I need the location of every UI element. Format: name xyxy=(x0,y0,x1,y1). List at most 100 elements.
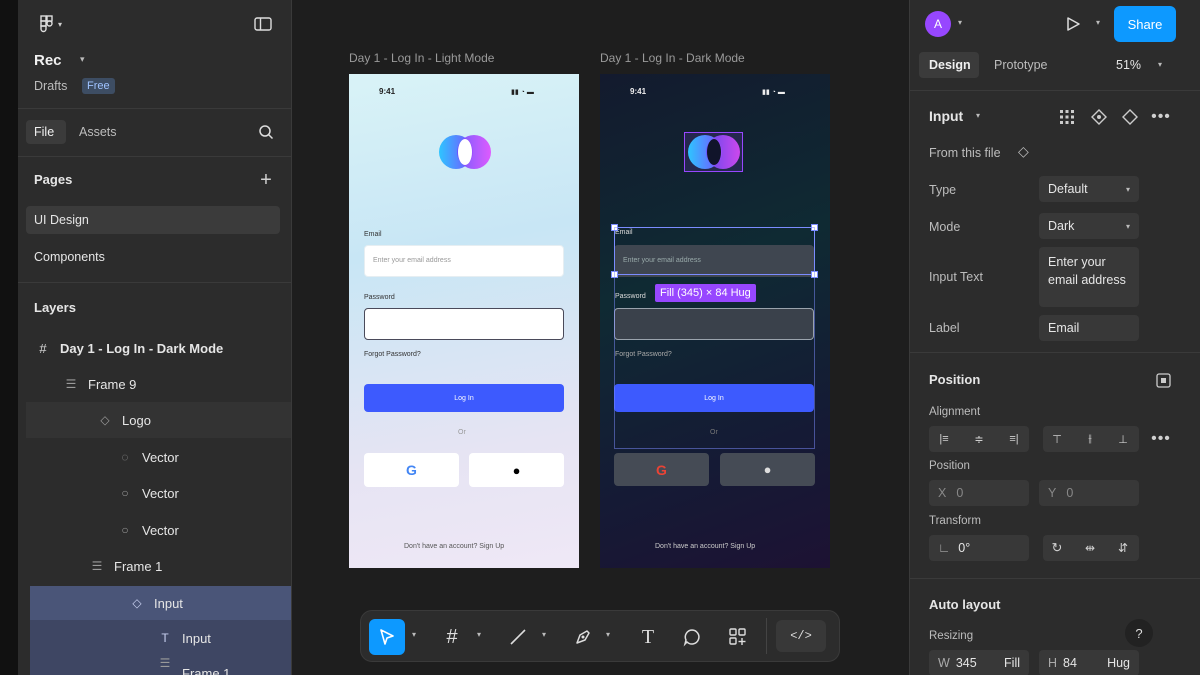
google-button-light[interactable]: G xyxy=(364,453,459,487)
line-tool-chevron-icon[interactable]: ▾ xyxy=(542,630,546,639)
file-location[interactable]: Drafts xyxy=(34,79,67,93)
component-diamond-icon[interactable]: ◇ xyxy=(1018,143,1029,160)
apple-button-light[interactable]: ● xyxy=(469,453,564,487)
panel-toggle-icon[interactable] xyxy=(252,14,274,34)
layer-vector-3[interactable]: ○ Vector xyxy=(18,512,291,548)
text-icon: T xyxy=(641,625,655,648)
layer-frame1[interactable]: ☰ Frame 1 xyxy=(18,548,291,584)
frame-icon: # xyxy=(39,340,47,356)
tab-file[interactable]: File xyxy=(34,125,54,139)
layers-heading: Layers xyxy=(34,300,76,315)
flip-vertical-icon[interactable]: ⇵ xyxy=(1111,537,1135,559)
prop-type-label: Type xyxy=(929,183,957,197)
layer-day1-dark[interactable]: # Day 1 - Log In - Dark Mode xyxy=(18,330,291,366)
component-name[interactable]: Input xyxy=(929,108,963,124)
text-tool-button[interactable]: T xyxy=(633,622,663,652)
frame-title-light[interactable]: Day 1 - Log In - Light Mode xyxy=(349,51,494,65)
google-button-dark[interactable]: G xyxy=(614,453,709,486)
more-alignment-icon[interactable]: ••• xyxy=(1150,428,1172,450)
email-input-light[interactable]: Enter your email address xyxy=(373,257,451,264)
help-button[interactable]: ? xyxy=(1125,619,1153,647)
frame-tool-button[interactable]: # xyxy=(437,622,467,652)
tab-prototype[interactable]: Prototype xyxy=(994,58,1048,72)
zoom-chevron-icon[interactable]: ▾ xyxy=(1158,60,1162,69)
grid-icon[interactable] xyxy=(1056,106,1078,128)
prop-label-field[interactable]: Email xyxy=(1039,315,1139,341)
prop-type-select[interactable]: Default ▾ xyxy=(1039,176,1139,202)
frame-title-dark[interactable]: Day 1 - Log In - Dark Mode xyxy=(600,51,745,65)
avatar-chevron-icon[interactable]: ▾ xyxy=(958,18,962,27)
height-field[interactable]: H 84 Hug xyxy=(1039,650,1139,675)
move-tool-button[interactable] xyxy=(369,619,405,655)
dev-mode-button[interactable]: </> xyxy=(776,620,826,652)
page-item-components[interactable]: Components xyxy=(34,250,105,264)
constraints-icon[interactable] xyxy=(1152,369,1174,391)
actions-tool-button[interactable] xyxy=(723,622,753,652)
flip-horizontal-icon[interactable]: ⇹ xyxy=(1078,537,1102,559)
line-tool-button[interactable] xyxy=(503,622,533,652)
apple-icon: ● xyxy=(512,462,521,478)
apple-icon: ● xyxy=(763,462,772,477)
tab-design[interactable]: Design xyxy=(929,58,971,72)
alignment-label: Alignment xyxy=(929,406,981,418)
divider-text: Or xyxy=(458,429,466,436)
frame-tool-chevron-icon[interactable]: ▾ xyxy=(477,630,481,639)
zoom-level[interactable]: 51% xyxy=(1116,58,1141,72)
y-field[interactable]: Y0 xyxy=(1039,480,1139,506)
layer-frame9[interactable]: ☰ Frame 9 xyxy=(18,366,291,402)
avatar[interactable]: A xyxy=(925,11,951,37)
component-instance-icon[interactable] xyxy=(1119,106,1141,128)
apple-button-dark[interactable]: ● xyxy=(720,453,815,486)
move-tool-chevron-icon[interactable]: ▾ xyxy=(412,630,416,639)
pen-tool-chevron-icon[interactable]: ▾ xyxy=(606,630,610,639)
more-options-icon[interactable]: ••• xyxy=(1150,106,1172,128)
tab-assets[interactable]: Assets xyxy=(79,125,117,139)
password-input-light[interactable] xyxy=(364,308,564,340)
layer-input-child[interactable]: T Input xyxy=(30,620,291,656)
present-chevron-icon[interactable]: ▾ xyxy=(1096,18,1100,27)
app-logo-dark[interactable] xyxy=(686,134,742,170)
pen-tool-button[interactable] xyxy=(568,622,598,652)
align-center-v-icon[interactable]: ⫲ xyxy=(1078,428,1102,450)
comment-tool-button[interactable] xyxy=(677,622,707,652)
layer-frame1-child[interactable]: ☰ Frame 1 xyxy=(30,656,291,675)
auto-layout-icon: ☰ xyxy=(65,377,77,391)
figma-menu-icon[interactable]: ▾ xyxy=(34,13,68,35)
align-right-icon[interactable]: ≡| xyxy=(1002,428,1026,450)
forgot-password-link[interactable]: Forgot Password? xyxy=(364,351,421,358)
layer-vector-1[interactable]: ◌ Vector xyxy=(18,439,291,475)
page-item-ui-design[interactable]: UI Design xyxy=(34,213,89,227)
plan-badge: Free xyxy=(82,78,115,94)
align-bottom-icon[interactable]: ⊥ xyxy=(1111,428,1135,450)
rotation-field[interactable]: ∟ 0° xyxy=(929,535,1029,561)
signup-prompt-dark[interactable]: Don't have an account? Sign Up xyxy=(655,543,755,550)
file-name[interactable]: Rec xyxy=(34,52,62,69)
add-page-icon[interactable]: + xyxy=(256,169,276,191)
layer-logo[interactable]: ◇ Logo xyxy=(26,402,291,438)
align-center-h-icon[interactable]: ≑ xyxy=(967,428,991,450)
layer-vector-2[interactable]: ○ Vector xyxy=(18,475,291,511)
pen-icon xyxy=(576,630,590,644)
go-to-main-component-icon[interactable] xyxy=(1088,106,1110,128)
prop-mode-select[interactable]: Dark ▾ xyxy=(1039,213,1139,239)
width-field[interactable]: W 345 Fill xyxy=(929,650,1029,675)
position-heading: Position xyxy=(929,372,981,387)
align-left-icon[interactable]: |≡ xyxy=(932,428,956,450)
file-chevron-icon[interactable]: ▾ xyxy=(80,54,85,65)
auto-layout-icon: ☰ xyxy=(91,559,103,573)
google-icon: G xyxy=(406,462,417,478)
x-field[interactable]: X0 xyxy=(929,480,1029,506)
canvas[interactable]: Day 1 - Log In - Light Mode Day 1 - Log … xyxy=(292,0,909,675)
prop-input-text-field[interactable]: Enter your email address xyxy=(1039,247,1139,307)
layer-input-selected[interactable]: ◇ Input xyxy=(30,586,291,620)
align-top-icon[interactable]: ⊤ xyxy=(1045,428,1069,450)
phone-light-mode[interactable]: 9:41 ▮▮ ◔ ▬ Email Enter your email addre… xyxy=(349,74,579,568)
search-icon[interactable] xyxy=(256,122,276,142)
signup-prompt-light[interactable]: Don't have an account? Sign Up xyxy=(404,543,504,550)
present-icon[interactable] xyxy=(1062,13,1084,35)
rotate-90-icon[interactable]: ↻ xyxy=(1045,537,1069,559)
login-button-light[interactable]: Log In xyxy=(454,395,473,402)
share-button[interactable]: Share xyxy=(1114,6,1176,42)
component-chevron-icon[interactable]: ▾ xyxy=(976,111,980,120)
bottom-toolbar xyxy=(360,610,840,662)
